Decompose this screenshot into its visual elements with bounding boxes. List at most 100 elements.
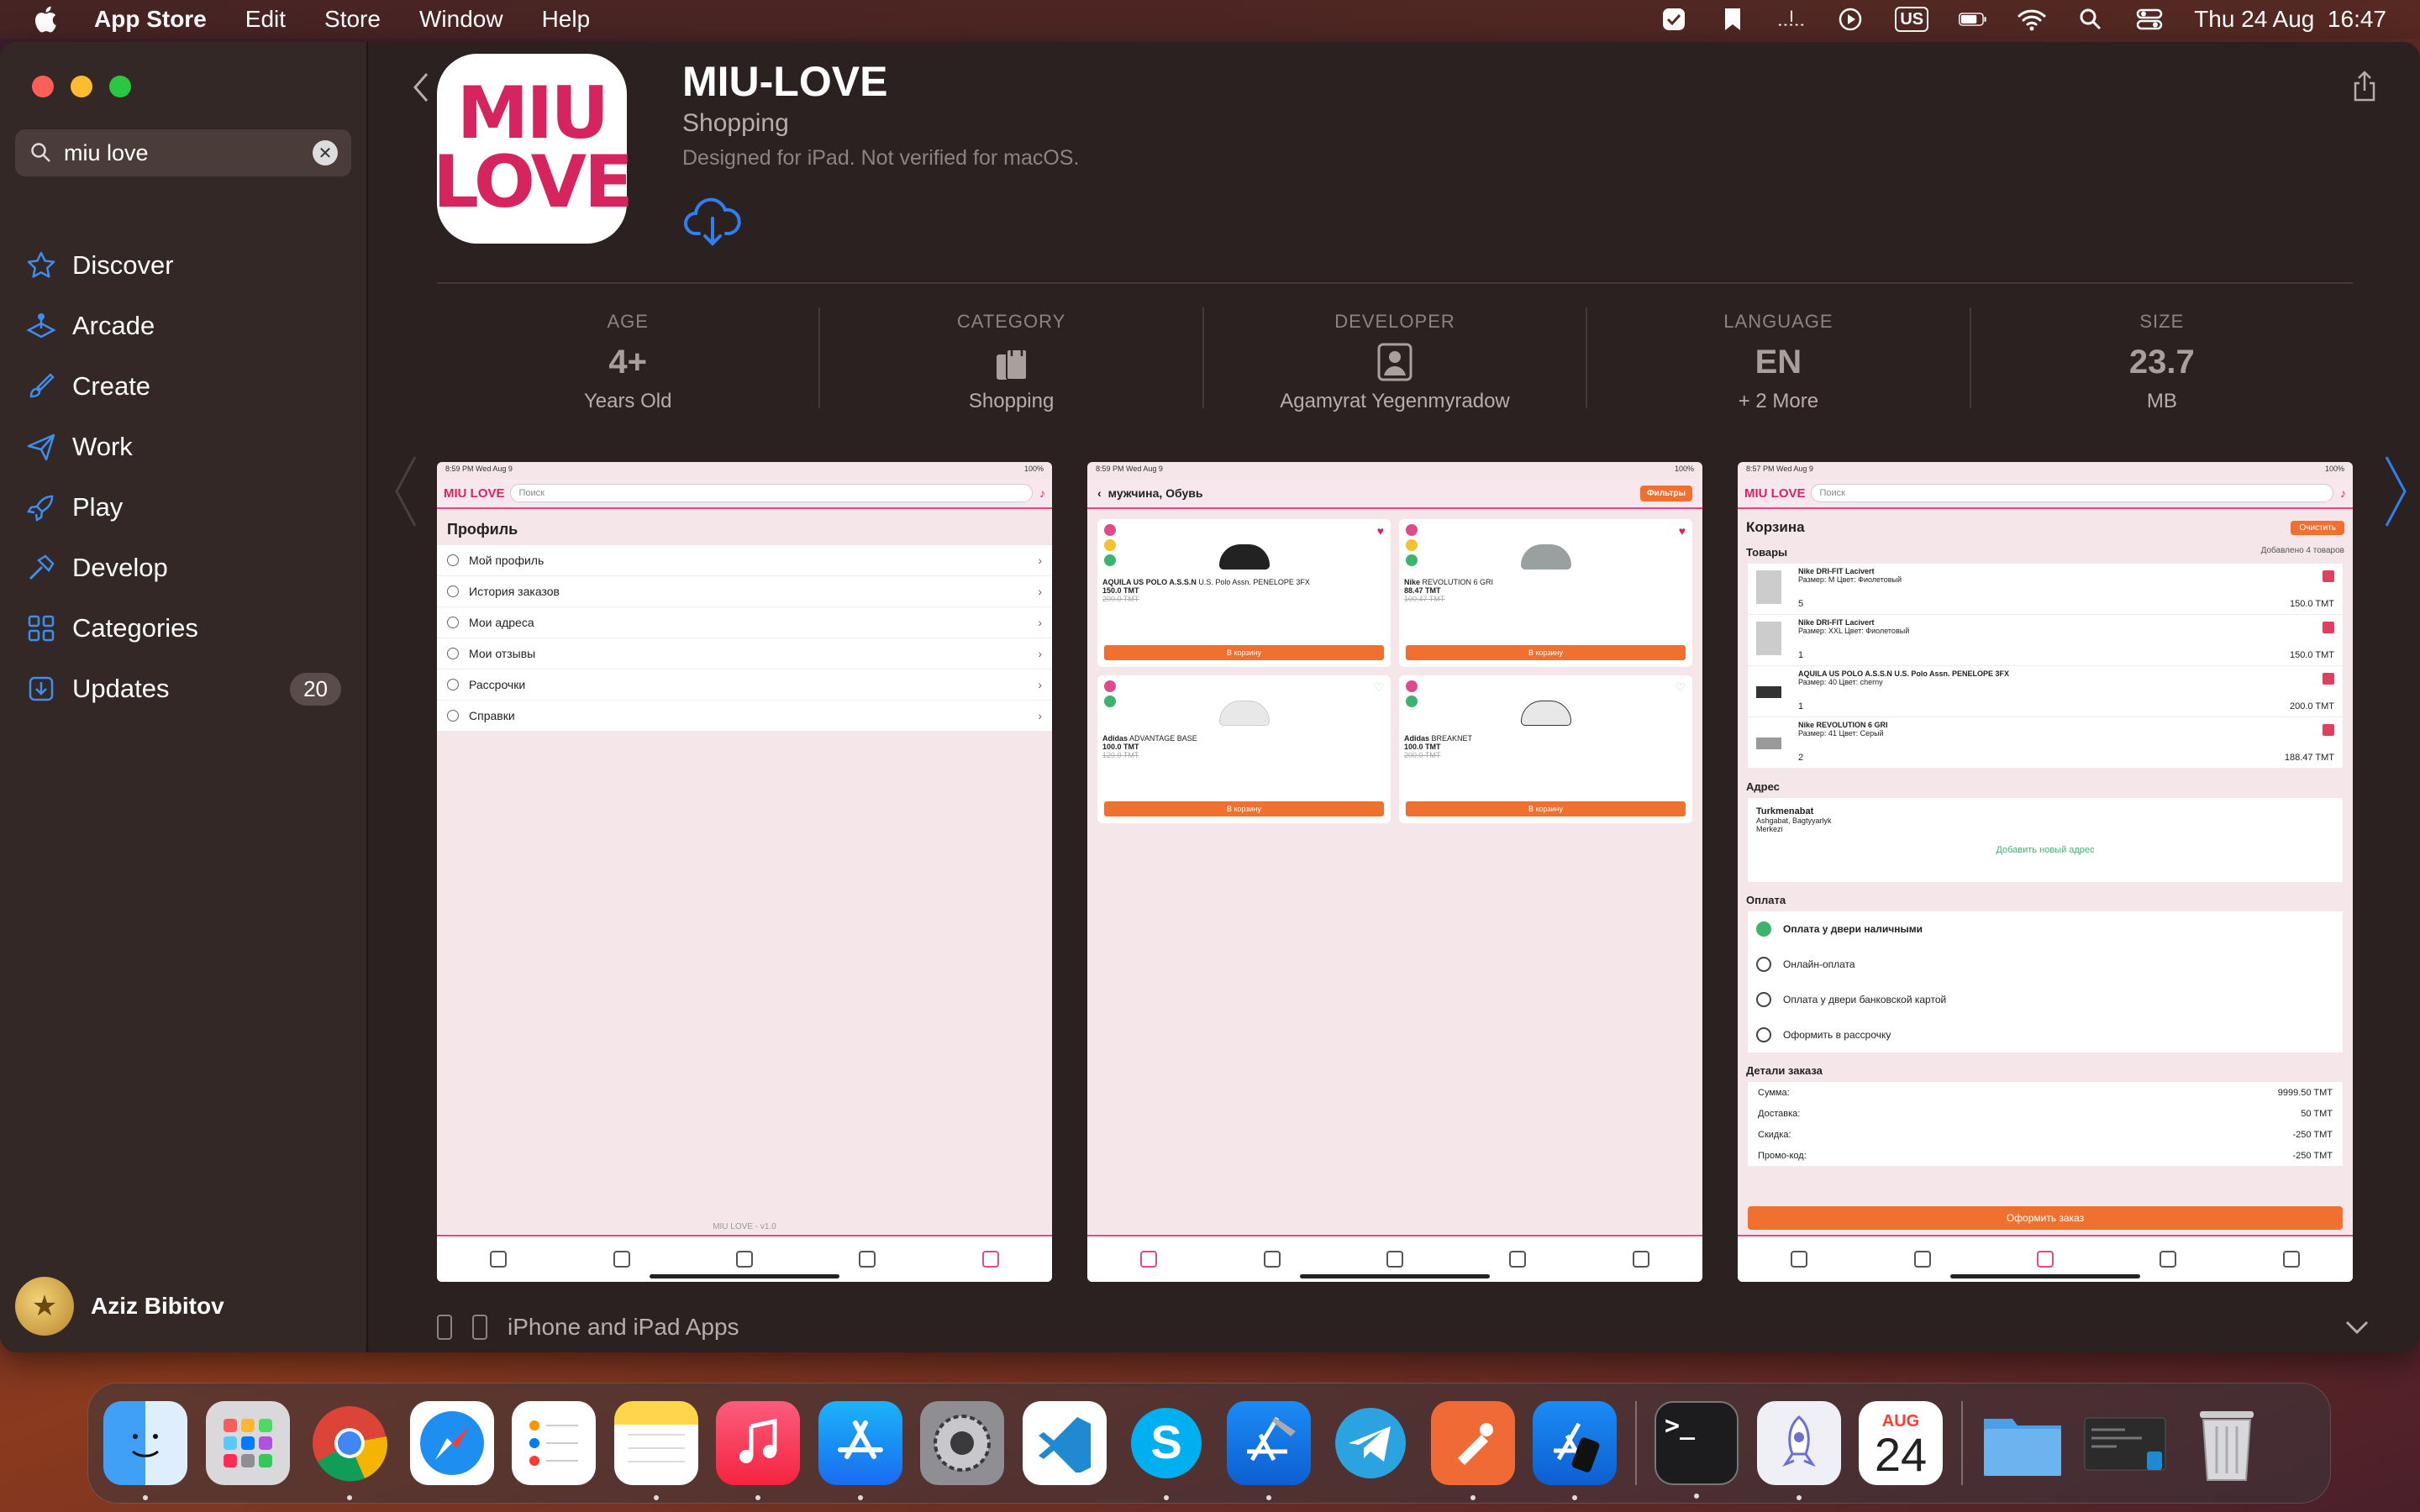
clear-search-icon[interactable]: ✕: [313, 140, 338, 165]
spotlight-search-icon[interactable]: [2076, 5, 2105, 34]
safari-icon[interactable]: [409, 1401, 494, 1485]
status-time: 8:59 PM Wed Aug 9: [445, 465, 513, 473]
menu-store[interactable]: Store: [324, 6, 381, 33]
shot-logo: MIU LOVE: [444, 486, 505, 501]
catalog-header: ‹ мужчина, Обувь Фильтры: [1087, 479, 1702, 509]
stat-sub: + 2 More: [1738, 390, 1819, 412]
product-image: [1520, 544, 1571, 570]
stat-language[interactable]: LANGUAGE EN + 2 More: [1587, 307, 1971, 412]
launchpad-icon[interactable]: [205, 1401, 290, 1485]
menu-window[interactable]: Window: [419, 6, 503, 33]
heart-icon: ♥: [1678, 524, 1686, 538]
detail-key: Сумма:: [1758, 1087, 1790, 1098]
sidebar-item-categories[interactable]: Categories: [0, 598, 368, 659]
ipad-status-bar: 8:59 PM Wed Aug 9 100%: [437, 462, 1052, 479]
sidebar-item-play[interactable]: Play: [0, 477, 368, 538]
battery-icon[interactable]: [1959, 5, 1987, 34]
activity-icon[interactable]: [1777, 5, 1806, 34]
wifi-icon[interactable]: [2018, 5, 2046, 34]
app-detail-page: MIU LOVE MIU-LOVE Shopping Designed for …: [368, 42, 2420, 1352]
skype-icon[interactable]: S: [1124, 1401, 1208, 1500]
search-input[interactable]: miu love: [64, 140, 313, 166]
bookmark-icon[interactable]: [1718, 5, 1747, 34]
clock[interactable]: Thu 24 Aug 16:47: [2194, 6, 2386, 33]
svg-text:S: S: [1150, 1415, 1181, 1468]
section-title: iPhone and iPad Apps: [508, 1314, 739, 1340]
menu-edit[interactable]: Edit: [245, 6, 286, 33]
vscode-icon[interactable]: [1022, 1401, 1107, 1485]
menu-help[interactable]: Help: [542, 6, 591, 33]
share-icon[interactable]: [2351, 69, 2378, 102]
updates-count-badge: 20: [290, 672, 341, 706]
next-screenshot-chevron-icon[interactable]: [2383, 454, 2408, 529]
menu-app-name[interactable]: App Store: [94, 6, 207, 33]
play-circle-icon[interactable]: [1836, 5, 1865, 34]
cloud-download-icon[interactable]: [682, 192, 743, 252]
simulator-icon[interactable]: [1533, 1401, 1617, 1500]
screenshot-profile[interactable]: 8:59 PM Wed Aug 9 100% MIU LOVE Поиск ♪ П…: [437, 462, 1052, 1282]
xcode-icon[interactable]: [1226, 1401, 1311, 1500]
payment-label: Оформить в рассрочку: [1783, 1029, 1891, 1041]
checkmark-icon[interactable]: [1660, 5, 1688, 34]
sidebar-item-updates[interactable]: Updates 20: [0, 659, 368, 719]
radio-icon: [1756, 992, 1771, 1007]
badge-icon: [1406, 696, 1418, 707]
app-category[interactable]: Shopping: [682, 109, 789, 138]
add-address-link: Добавить новый адрес: [1996, 845, 2095, 855]
notes-icon[interactable]: [613, 1401, 698, 1500]
sidebar-item-arcade[interactable]: Arcade: [0, 296, 368, 356]
system-settings-icon[interactable]: [920, 1401, 1004, 1485]
row-label: Мои отзывы: [469, 647, 536, 660]
previous-screenshot-chevron-icon[interactable]: [393, 454, 418, 529]
item-qty: 2: [1798, 753, 1804, 763]
back-chevron-icon[interactable]: [410, 71, 430, 104]
item-thumbnail: [1756, 570, 1781, 604]
sidebar-item-create[interactable]: Create: [0, 356, 368, 417]
stat-developer[interactable]: DEVELOPER Agamyrat Yegenmyradow: [1204, 307, 1588, 412]
close-window-button[interactable]: [32, 76, 54, 97]
reminders-icon[interactable]: [512, 1401, 596, 1485]
iphone-ipad-apps-section[interactable]: iPhone and iPad Apps: [437, 1302, 2370, 1352]
screenshot-cart[interactable]: 8:57 PM Wed Aug 9 100% MIU LOVE Поиск ♪ К…: [1738, 462, 2353, 1282]
brush-icon: [29, 373, 55, 398]
item-qty: 1: [1798, 701, 1804, 711]
app-store-icon[interactable]: [818, 1401, 902, 1500]
badge-icon: [1104, 539, 1116, 551]
keyboard-layout[interactable]: US: [1895, 7, 1929, 32]
finder-icon[interactable]: [103, 1401, 187, 1500]
item-name: Nike DRI-FIT Lacivert: [1798, 618, 1875, 627]
window-preview-icon[interactable]: [2083, 1401, 2167, 1485]
heart-outline-icon: ♡: [1373, 680, 1384, 694]
apple-logo-icon[interactable]: [30, 4, 59, 34]
telegram-icon[interactable]: [1328, 1401, 1413, 1485]
search-field[interactable]: miu love ✕: [15, 129, 351, 176]
chrome-icon[interactable]: [308, 1401, 392, 1500]
terminal-icon[interactable]: >_: [1655, 1401, 1739, 1499]
chevron-down-icon[interactable]: [2344, 1314, 2370, 1341]
postman-icon[interactable]: [1430, 1401, 1515, 1500]
stat-category[interactable]: CATEGORY Shopping: [820, 307, 1204, 412]
sidebar-item-work[interactable]: Work: [0, 417, 368, 477]
sidebar-item-develop[interactable]: Develop: [0, 538, 368, 598]
cart-item: Nike DRI-FIT Lacivert Размер: XXL Цвет: Ф…: [1748, 615, 2343, 666]
user-account[interactable]: ★ Aziz Bibitov: [15, 1277, 224, 1336]
badge-icon: [1104, 524, 1116, 536]
downloads-folder-icon[interactable]: [1981, 1401, 2065, 1485]
person-icon: [447, 554, 459, 566]
music-icon[interactable]: [716, 1401, 800, 1500]
minimize-window-button[interactable]: [71, 76, 92, 97]
stat-age: AGE 4+ Years Old: [437, 307, 821, 412]
rocket-app-icon[interactable]: [1756, 1401, 1841, 1500]
filter-button: Фильтры: [1640, 485, 1692, 501]
calendar-icon[interactable]: AUG 24: [1859, 1401, 1943, 1485]
sidebar-item-discover[interactable]: Discover: [0, 235, 368, 296]
cart-tab-icon: [2036, 1251, 2054, 1268]
screenshot-catalog[interactable]: 8:59 PM Wed Aug 9 100% ‹ мужчина, Обувь Ф…: [1087, 462, 1702, 1282]
control-center-icon[interactable]: [2135, 5, 2164, 34]
item-thumbnail: [1756, 686, 1781, 698]
detail-value: 9999.50 TMT: [2277, 1087, 2333, 1098]
trash-icon[interactable]: [2185, 1401, 2269, 1485]
cart-tab-icon: [1386, 1251, 1403, 1268]
screenshots-carousel[interactable]: 8:59 PM Wed Aug 9 100% MIU LOVE Поиск ♪ П…: [437, 462, 2353, 1285]
zoom-window-button[interactable]: [109, 76, 131, 97]
